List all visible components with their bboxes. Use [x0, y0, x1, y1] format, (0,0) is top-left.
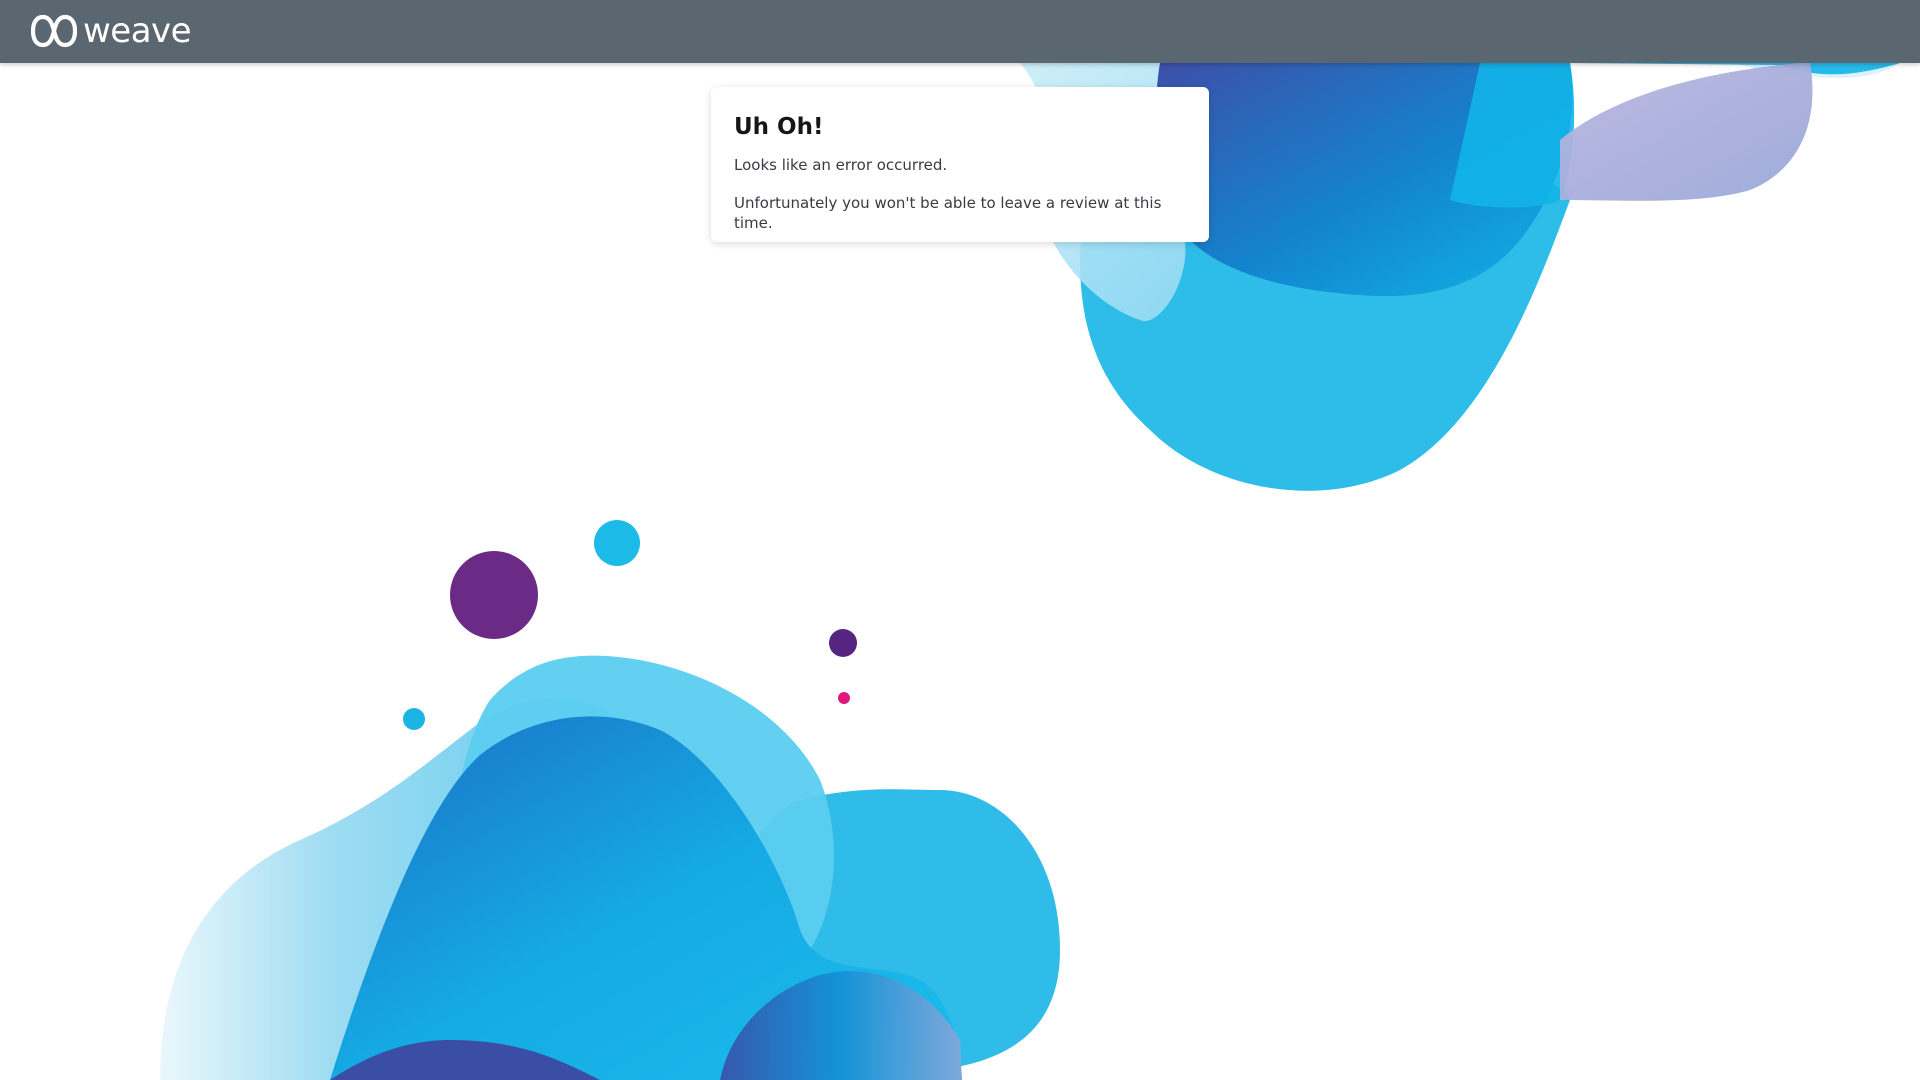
- top-bar: weave: [0, 0, 1920, 63]
- error-message: Looks like an error occurred.: [734, 156, 948, 174]
- purple-dot-large: [450, 551, 538, 639]
- error-detail: Unfortunately you won't be able to leave…: [734, 194, 1162, 232]
- error-card: Uh Oh! Looks like an error occurred. Unf…: [711, 87, 1209, 242]
- weave-logo-icon: [31, 14, 77, 48]
- error-title: Uh Oh!: [734, 114, 824, 140]
- weave-logo[interactable]: weave: [31, 11, 192, 51]
- logo-text: weave: [83, 11, 192, 51]
